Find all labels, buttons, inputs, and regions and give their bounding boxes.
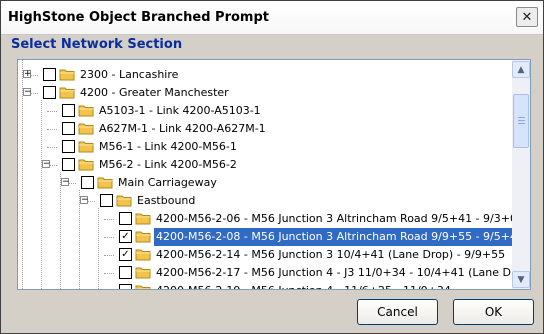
node-label: 4200-M56-2-08 - M56 Junction 3 Altrincha… xyxy=(154,228,512,246)
folder-icon xyxy=(135,229,151,243)
tree-content: +2300 - Lancashire − 4200 - Greater Manche… xyxy=(18,60,512,289)
tree-node[interactable]: 4200-M56-2-06 - M56 Junction 3 Altrincha… xyxy=(18,210,512,228)
collapse-icon[interactable]: − xyxy=(80,196,89,205)
node-label: 4200-M56-2-19 - M56 Junction 4 - 11/6+25… xyxy=(154,282,453,289)
node-label: A627M-1 - Link 4200-A627M-1 xyxy=(99,122,266,135)
node-checkbox[interactable] xyxy=(81,176,94,189)
tree-connector xyxy=(47,147,57,148)
node-checkbox[interactable] xyxy=(119,266,132,279)
node-label: M56-1 - Link 4200-M56-1 xyxy=(99,140,237,153)
tree-node[interactable]: 4200-M56-2-19 - M56 Junction 4 - 11/6+25… xyxy=(18,282,512,289)
tree-node[interactable]: A5103-1 - Link 4200-A5103-1 xyxy=(18,102,512,120)
node-label: 4200-M56-2-14 - M56 Junction 3 10/4+41 (… xyxy=(156,248,506,261)
node-checkbox[interactable]: ✓ xyxy=(119,248,132,261)
tree-connector xyxy=(104,273,114,274)
vertical-scrollbar[interactable]: ▲ ▼ xyxy=(512,60,530,289)
folder-icon xyxy=(135,247,151,261)
tree-node[interactable]: ✓ 4200-M56-2-14 - M56 Junction 3 10/4+41 … xyxy=(18,246,512,264)
tree-node[interactable]: M56-1 - Link 4200-M56-1 xyxy=(18,138,512,156)
scroll-thumb[interactable] xyxy=(513,94,529,148)
grip-line xyxy=(518,123,525,124)
node-label: 4200 - Greater Manchester xyxy=(80,86,229,99)
folder-icon xyxy=(116,193,132,207)
folder-icon xyxy=(97,175,113,189)
grip-line xyxy=(518,120,525,121)
collapse-icon[interactable]: − xyxy=(42,160,51,169)
tree-node[interactable]: − Eastbound xyxy=(18,192,512,210)
folder-icon xyxy=(59,85,75,99)
collapse-icon[interactable]: − xyxy=(23,88,32,97)
folder-icon xyxy=(59,67,75,81)
node-label: 4200-M56-2-17 - M56 Junction 4 - J3 11/0… xyxy=(156,266,512,279)
node-label: 2300 - Lancashire xyxy=(80,68,179,81)
node-checkbox[interactable] xyxy=(43,86,56,99)
cancel-button[interactable]: Cancel xyxy=(357,299,438,325)
section-heading: Select Network Section xyxy=(11,37,183,52)
title-bar[interactable]: HighStone Object Branched Prompt ✕ xyxy=(1,1,543,35)
folder-icon xyxy=(78,121,94,135)
folder-icon xyxy=(135,265,151,279)
node-checkbox[interactable] xyxy=(43,68,56,81)
ok-button[interactable]: OK xyxy=(453,299,534,325)
node-checkbox[interactable]: ✓ xyxy=(119,230,132,243)
expand-icon[interactable]: + xyxy=(23,70,32,79)
tree-connector xyxy=(47,129,57,130)
tree-connector xyxy=(104,255,114,256)
tree-node[interactable]: +2300 - Lancashire xyxy=(18,66,512,84)
tree-node[interactable]: A627M-1 - Link 4200-A627M-1 xyxy=(18,120,512,138)
node-checkbox[interactable] xyxy=(100,194,113,207)
tree-connector xyxy=(104,237,114,238)
node-label: M56-2 - Link 4200-M56-2 xyxy=(99,158,237,171)
arrow-up-icon: ▲ xyxy=(517,64,525,75)
tree-node[interactable]: − M56-2 - Link 4200-M56-2 xyxy=(18,156,512,174)
node-label: Eastbound xyxy=(137,194,196,207)
scroll-up-button[interactable]: ▲ xyxy=(512,61,530,78)
arrow-down-icon: ▼ xyxy=(517,274,525,285)
close-button[interactable]: ✕ xyxy=(516,7,538,27)
tree-node[interactable]: − 4200 - Greater Manchester xyxy=(18,84,512,102)
collapse-icon[interactable]: − xyxy=(61,178,70,187)
tree-node[interactable]: − Main Carriageway xyxy=(18,174,512,192)
tree-connector xyxy=(104,219,114,220)
folder-icon xyxy=(78,139,94,153)
dialog-window: HighStone Object Branched Prompt ✕ Selec… xyxy=(0,0,544,334)
folder-icon xyxy=(135,211,151,225)
node-label: 4200-M56-2-06 - M56 Junction 3 Altrincha… xyxy=(156,212,512,225)
grip-line xyxy=(518,117,525,118)
network-tree[interactable]: +2300 - Lancashire − 4200 - Greater Manche… xyxy=(17,59,531,290)
scroll-down-button[interactable]: ▼ xyxy=(512,271,530,288)
folder-icon xyxy=(135,283,151,289)
node-checkbox[interactable] xyxy=(62,122,75,135)
node-checkbox[interactable] xyxy=(119,212,132,225)
tree-node[interactable]: 4200-M56-2-17 - M56 Junction 4 - J3 11/0… xyxy=(18,264,512,282)
tree-node[interactable]: ✓ 4200-M56-2-08 - M56 Junction 3 Altrinch… xyxy=(18,228,512,246)
folder-icon xyxy=(78,103,94,117)
folder-icon xyxy=(78,157,94,171)
close-icon: ✕ xyxy=(521,9,533,25)
node-label: Main Carriageway xyxy=(118,176,217,189)
node-checkbox[interactable] xyxy=(62,104,75,117)
node-checkbox[interactable] xyxy=(62,140,75,153)
node-checkbox[interactable] xyxy=(62,158,75,171)
tree-connector xyxy=(47,111,57,112)
window-title: HighStone Object Branched Prompt xyxy=(8,10,269,25)
node-checkbox[interactable] xyxy=(119,284,132,289)
node-label: A5103-1 - Link 4200-A5103-1 xyxy=(99,104,261,117)
